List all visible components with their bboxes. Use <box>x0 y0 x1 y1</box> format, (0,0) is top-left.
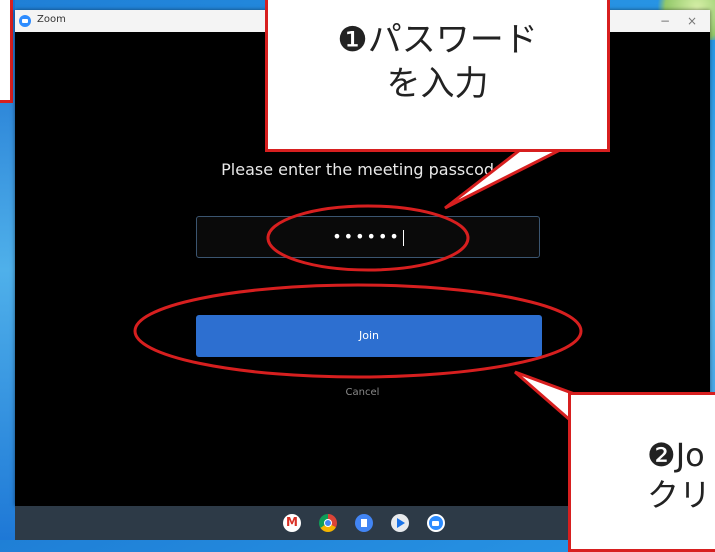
join-highlight-ellipse <box>133 283 583 379</box>
callout-step1-line2: を入力 <box>386 64 489 104</box>
callout-step2: ❷Jo クリ <box>568 392 715 552</box>
callout-step1: ❶パスワード を入力 <box>265 0 610 152</box>
callout-step2-line2: クリ <box>647 476 712 514</box>
passcode-highlight-ellipse <box>266 204 470 272</box>
callout-step1-line1: ❶パスワード <box>337 20 538 60</box>
callout-step2-line1: ❷Jo <box>647 436 705 474</box>
callout1-tail <box>444 148 561 210</box>
